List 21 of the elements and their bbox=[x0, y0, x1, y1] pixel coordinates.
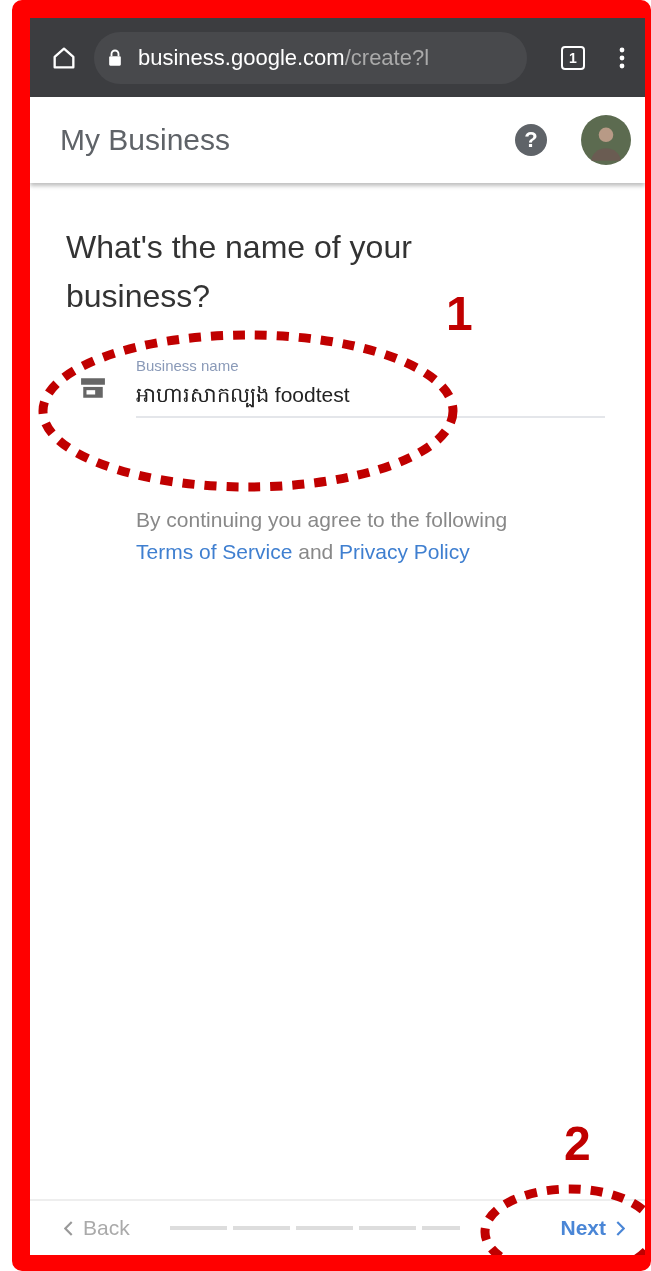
address-bar[interactable]: business.google.com/create?l bbox=[94, 31, 527, 84]
url-path: /create?l bbox=[344, 44, 430, 71]
field-label: Business name bbox=[136, 357, 240, 374]
business-name-input[interactable]: អាហារសាកល្បង foodtest bbox=[136, 374, 605, 418]
app-title: My Business bbox=[60, 123, 232, 157]
privacy-link[interactable]: Privacy Policy bbox=[339, 540, 470, 563]
url-host: business.google.com bbox=[138, 44, 345, 71]
menu-icon[interactable] bbox=[619, 45, 625, 70]
help-button[interactable]: ? bbox=[515, 124, 547, 156]
tab-count-button[interactable]: 1 bbox=[561, 45, 585, 70]
terms-link[interactable]: Terms of Service bbox=[136, 540, 293, 563]
annotation-number: 2 bbox=[564, 1116, 591, 1171]
storefront-icon bbox=[80, 376, 106, 399]
annotation-number: 1 bbox=[446, 286, 473, 341]
avatar-icon[interactable] bbox=[581, 115, 631, 165]
lock-icon bbox=[108, 49, 122, 66]
next-button[interactable]: Next bbox=[560, 1216, 625, 1240]
page-heading: What's the name of your business? bbox=[66, 228, 413, 316]
chevron-right-icon bbox=[616, 1220, 625, 1236]
terms-text: By continuing you agree to the following Terms of Service and Privacy Policy bbox=[136, 507, 509, 565]
chevron-left-icon bbox=[64, 1220, 73, 1236]
